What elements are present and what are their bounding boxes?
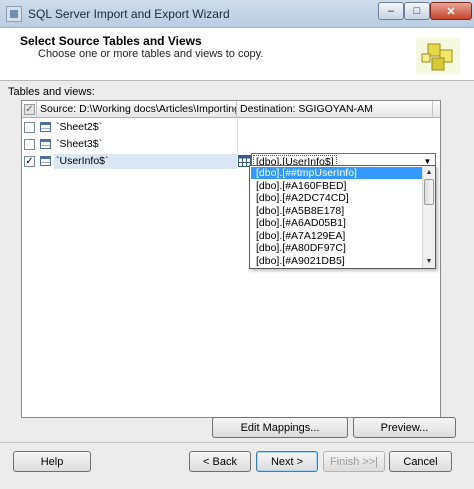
row-checkbox[interactable]	[24, 139, 35, 150]
title-bar[interactable]: SQL Server Import and Export Wizard – □ …	[0, 0, 474, 28]
wizard-header: Select Source Tables and Views Choose on…	[0, 28, 474, 80]
finish-button[interactable]: Finish >>|	[323, 451, 385, 472]
table-icon	[40, 156, 51, 166]
dropdown-option[interactable]: [dbo].[#A6AD05B1]	[251, 217, 422, 229]
select-all-column[interactable]: ✓	[22, 101, 37, 118]
dropdown-option[interactable]: [dbo].[#A160FBED]	[251, 180, 422, 192]
cancel-button[interactable]: Cancel	[389, 451, 452, 472]
dropdown-option[interactable]: [dbo].[#A5B8E178]	[251, 205, 422, 217]
scroll-down-icon[interactable]: ▼	[423, 255, 435, 268]
table-row[interactable]: `Sheet3$`	[22, 136, 440, 153]
grid-header: ✓ Source: D:\Working docs\Articles\Impor…	[22, 101, 440, 118]
scroll-up-icon[interactable]: ▲	[423, 166, 435, 179]
edit-mappings-button[interactable]: Edit Mappings...	[212, 417, 348, 438]
table-row[interactable]: `Sheet2$`	[22, 119, 440, 136]
close-button[interactable]: ✕	[430, 2, 472, 20]
app-icon	[6, 6, 22, 22]
dropdown-option[interactable]: [dbo].[#A80DF97C]	[251, 242, 422, 254]
minimize-button[interactable]: –	[378, 2, 404, 20]
help-button[interactable]: Help	[13, 451, 91, 472]
back-button[interactable]: < Back	[189, 451, 251, 472]
table-icon	[40, 139, 51, 149]
dropdown-scrollbar[interactable]: ▲ ▼	[422, 166, 435, 268]
footer-divider	[0, 442, 474, 443]
dropdown-option[interactable]: [dbo].[#A7A129EA]	[251, 230, 422, 242]
table-icon	[40, 122, 51, 132]
scrollbar-thumb[interactable]	[424, 179, 434, 205]
source-table-name: `Sheet3$`	[56, 138, 103, 150]
source-table-name: `UserInfo$`	[56, 155, 109, 167]
dropdown-option[interactable]: [dbo].[##tmpUserInfo]	[251, 167, 422, 179]
wizard-tables-icon	[416, 38, 460, 74]
preview-button[interactable]: Preview...	[353, 417, 456, 438]
window-title: SQL Server Import and Export Wizard	[28, 7, 230, 21]
page-title: Select Source Tables and Views	[20, 34, 202, 48]
maximize-button[interactable]: □	[404, 2, 430, 20]
page-subtitle: Choose one or more tables and views to c…	[38, 48, 264, 60]
destination-dropdown-list[interactable]: [dbo].[##tmpUserInfo] [dbo].[#A160FBED] …	[249, 165, 436, 269]
column-divider	[237, 119, 238, 136]
row-checkbox[interactable]	[24, 122, 35, 133]
next-button[interactable]: Next >	[256, 451, 318, 472]
column-divider	[237, 136, 238, 153]
row-checkbox[interactable]: ✓	[24, 156, 35, 167]
select-all-checkbox[interactable]: ✓	[24, 104, 35, 115]
dropdown-option[interactable]: [dbo].[#A9021DB5]	[251, 255, 422, 267]
tables-views-label: Tables and views:	[8, 86, 95, 98]
source-table-name: `Sheet2$`	[56, 121, 103, 133]
destination-column-header[interactable]: Destination: SGIGOYAN-AM	[237, 101, 433, 118]
dropdown-option[interactable]: [dbo].[#A2DC74CD]	[251, 192, 422, 204]
source-column-header[interactable]: Source: D:\Working docs\Articles\Importi…	[37, 101, 237, 118]
wizard-body: Tables and views: ✓ Source: D:\Working d…	[0, 80, 474, 489]
